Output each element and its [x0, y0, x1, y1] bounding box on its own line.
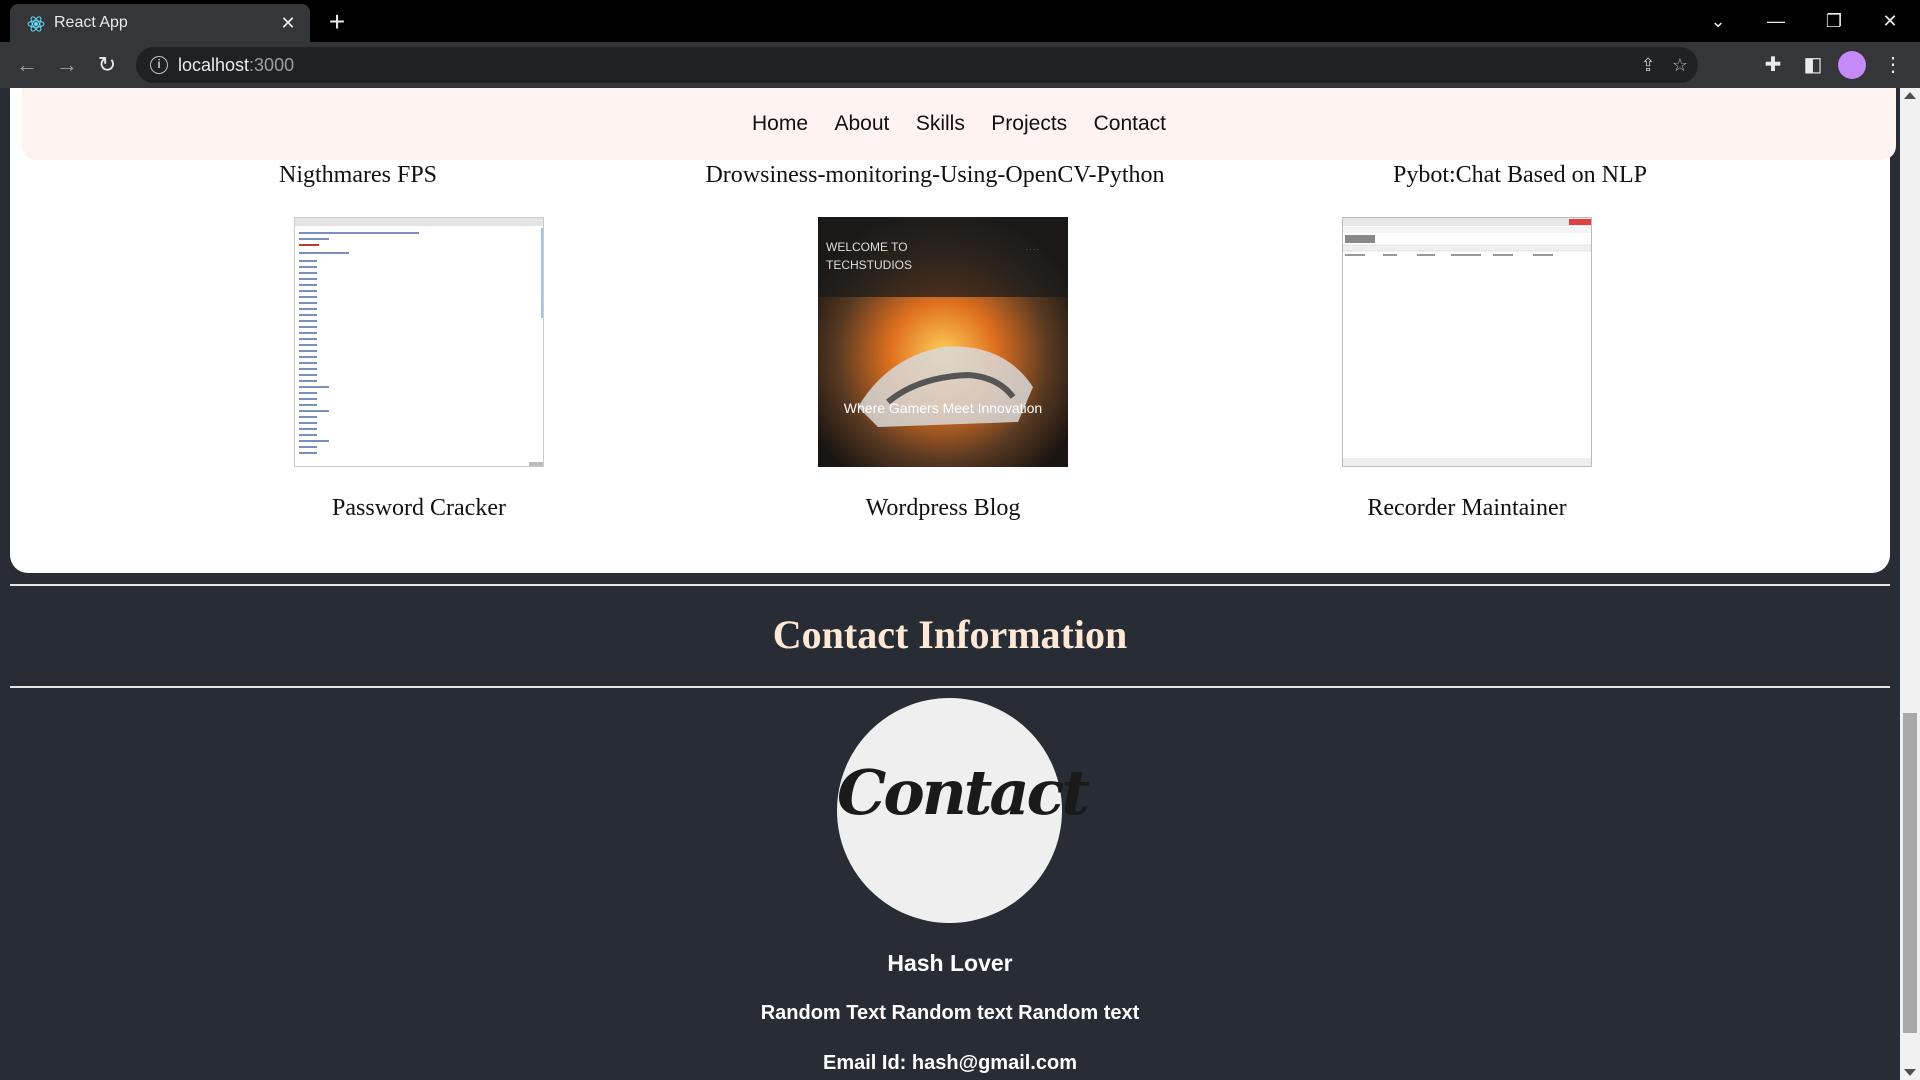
wordpress-blog-image: WELCOME TO TECHSTUDIOS · · · · Where Gam… [818, 217, 1068, 467]
scrollbar-thumb[interactable] [1903, 713, 1917, 1033]
browser-toolbar: ← → ↻ i localhost:3000 ⇪ ☆ ✚ ◧ ⋮ [0, 42, 1920, 88]
react-icon [27, 16, 45, 32]
share-icon[interactable]: ⇪ [1636, 53, 1660, 77]
svg-text:TECHSTUDIOS: TECHSTUDIOS [826, 258, 912, 272]
project-title: Recorder Maintainer [1367, 495, 1567, 521]
nav-home[interactable]: Home [752, 88, 808, 160]
projects-card: Home About Skills Projects Contact Nigth… [10, 88, 1896, 573]
nav-about[interactable]: About [834, 88, 889, 160]
page-viewport: Home About Skills Projects Contact Nigth… [0, 88, 1900, 1080]
contact-heading: Contact Information [772, 612, 1128, 657]
nav-projects[interactable]: Projects [991, 88, 1067, 160]
tab-title: React App [54, 14, 128, 31]
close-window-button[interactable]: ✕ [1862, 4, 1918, 38]
restore-button[interactable]: ❐ [1806, 4, 1862, 38]
forward-icon[interactable]: → [52, 50, 82, 80]
navbar: Home About Skills Projects Contact [22, 88, 1896, 160]
browser-tab[interactable]: React App ✕ [10, 4, 310, 42]
nav-contact[interactable]: Contact [1094, 88, 1166, 160]
nav-skills[interactable]: Skills [916, 88, 965, 160]
browser-tab-bar: React App ✕ + ⌄ — ❐ ✕ [0, 0, 1920, 42]
extensions-puzzle-icon[interactable]: ✚ [1758, 50, 1788, 80]
project-title: Password Cracker [332, 495, 506, 521]
section-divider [10, 584, 1890, 586]
page-scrollbar[interactable] [1900, 88, 1920, 1080]
url-text: localhost:3000 [178, 55, 295, 75]
side-panel-icon[interactable]: ◧ [1798, 50, 1828, 80]
project-title: Pybot:Chat Based on NLP [1392, 162, 1648, 188]
new-tab-button[interactable]: + [322, 8, 352, 38]
contact-description: Random Text Random text Random text [760, 1002, 1140, 1024]
reload-icon[interactable]: ↻ [92, 50, 122, 80]
menu-kebab-icon[interactable]: ⋮ [1878, 50, 1908, 80]
password-cracker-thumbnail[interactable] [294, 217, 544, 467]
project-title: Drowsiness-monitoring-Using-OpenCV-Pytho… [705, 162, 1165, 188]
contact-name: Hash Lover [887, 950, 1013, 976]
svg-text:WELCOME TO: WELCOME TO [826, 240, 908, 254]
svg-text:· · · ·: · · · · [1026, 247, 1039, 253]
site-info-icon[interactable]: i [150, 56, 168, 74]
address-bar[interactable]: i localhost:3000 ⇪ ☆ [136, 47, 1698, 83]
project-title: Nigthmares FPS [278, 162, 438, 188]
tab-search-icon[interactable]: ⌄ [1690, 4, 1746, 38]
section-divider [10, 686, 1890, 688]
close-tab-icon[interactable]: ✕ [276, 11, 300, 35]
svg-text:Where Gamers Meet Innovation: Where Gamers Meet Innovation [844, 400, 1042, 416]
contact-logo-text: Contact [837, 756, 1090, 829]
project-title: Wordpress Blog [865, 495, 1021, 521]
terminal-screenshot-image [295, 218, 543, 466]
back-icon[interactable]: ← [12, 50, 42, 80]
wordpress-blog-thumbnail[interactable]: WELCOME TO TECHSTUDIOS · · · · Where Gam… [818, 217, 1068, 467]
contact-logo: Contact [837, 698, 1090, 923]
minimize-button[interactable]: — [1748, 4, 1804, 38]
scroll-down-arrow-icon[interactable] [1904, 1069, 1916, 1076]
recorder-maintainer-thumbnail[interactable] [1342, 217, 1592, 467]
desktop-app-screenshot-image [1343, 218, 1591, 466]
profile-avatar[interactable] [1838, 51, 1866, 79]
bookmark-star-icon[interactable]: ☆ [1668, 53, 1692, 77]
contact-email: Email Id: hash@gmail.com [822, 1052, 1077, 1074]
scroll-up-arrow-icon[interactable] [1904, 92, 1916, 99]
